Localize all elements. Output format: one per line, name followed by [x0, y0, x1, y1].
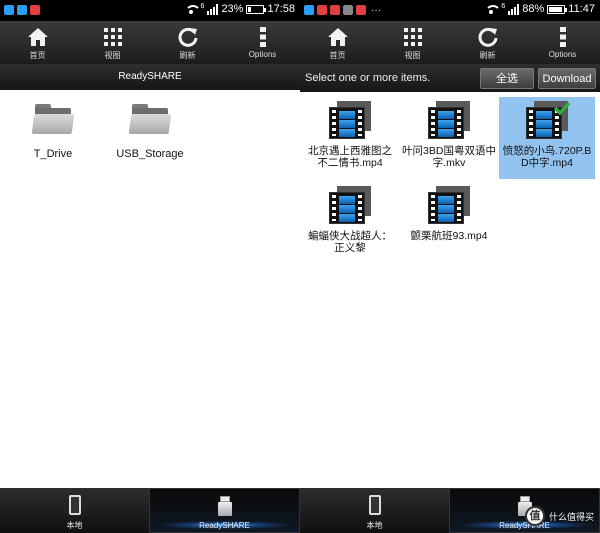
home-label: 首页: [29, 51, 46, 60]
battery-icon: [547, 4, 568, 14]
options-button[interactable]: Options: [525, 21, 600, 64]
right-screen: ··· 6 88% 11:47 首页 视图 刷新 Options Select …: [300, 0, 600, 533]
view-button[interactable]: 视图: [75, 21, 150, 64]
wifi-superscript: 6: [200, 2, 205, 10]
home-icon: [325, 26, 351, 48]
tab-local-label: 本地: [366, 521, 383, 530]
video-file-icon: [524, 101, 570, 141]
video-file-icon: [327, 101, 373, 141]
battery-percent: 88%: [522, 3, 545, 15]
bottom-tab-bar: 本地 ReadySHARE: [0, 488, 300, 533]
wifi-superscript: 6: [501, 2, 506, 10]
video-item[interactable]: 叶问3BD国粤双语中字.mkv: [401, 97, 497, 179]
clock: 11:47: [568, 3, 595, 15]
app-notification-icon: [30, 5, 40, 15]
folder-label: T_Drive: [33, 148, 73, 160]
action-bar: 首页 视图 刷新 Options: [300, 21, 600, 64]
overflow-notifications: ···: [371, 5, 381, 16]
signal-icon: [207, 3, 219, 15]
video-file-icon: [426, 101, 472, 141]
checkmark-icon: [554, 101, 570, 115]
video-label: 愤怒的小鸟.720P.BD中字.mp4: [502, 145, 592, 169]
video-label: 蝙蝠侠大战超人：正义黎: [308, 230, 392, 254]
notification-icons: [4, 5, 40, 15]
view-button[interactable]: 视图: [375, 21, 450, 64]
home-label: 首页: [329, 51, 346, 60]
tab-readyshare-label: ReadySHARE: [199, 521, 250, 530]
app-notification-icon: [343, 5, 353, 15]
grid-icon: [100, 26, 126, 48]
app-notification-icon: [330, 5, 340, 15]
video-item[interactable]: 北京遇上西雅图之不二情书.mp4: [302, 97, 398, 179]
action-bar: 首页 视图 刷新 Options: [0, 21, 300, 64]
home-button[interactable]: 首页: [0, 21, 75, 64]
folder-usb-storage[interactable]: USB_Storage: [105, 102, 195, 161]
watermark: 值 什么值得买: [494, 505, 594, 527]
video-label: 叶问3BD国粤双语中字.mkv: [402, 145, 496, 169]
app-notification-icon: [4, 5, 14, 15]
phone-icon: [68, 493, 81, 517]
status-bar: ··· 6 88% 11:47: [300, 0, 600, 21]
tab-local-label: 本地: [66, 521, 83, 530]
battery-percent: 23%: [221, 3, 244, 15]
phone-icon: [368, 493, 381, 517]
watermark-text: 什么值得买: [548, 511, 594, 522]
selection-message: Select one or more items.: [305, 72, 431, 84]
folder-label: USB_Storage: [116, 148, 184, 160]
app-notification-icon: [304, 5, 314, 15]
home-button[interactable]: 首页: [300, 21, 375, 64]
video-item[interactable]: 蝙蝠侠大战超人：正义黎: [302, 182, 398, 264]
wifi-icon: [484, 4, 502, 15]
video-item-selected[interactable]: 愤怒的小鸟.720P.BD中字.mp4: [499, 97, 595, 179]
app-notification-icon: [317, 5, 327, 15]
tab-local[interactable]: 本地: [300, 488, 449, 533]
video-file-icon: [426, 186, 472, 226]
select-all-button[interactable]: 全选: [480, 68, 534, 89]
left-screen: 6 23% 17:58 首页 视图 刷新 Options ReadySHARE …: [0, 0, 300, 533]
refresh-label: 刷新: [479, 51, 496, 60]
refresh-button[interactable]: 刷新: [150, 21, 225, 64]
status-bar: 6 23% 17:58: [0, 0, 300, 21]
selection-bar: Select one or more items. 全选 Download: [300, 64, 600, 92]
wifi-icon: [184, 4, 201, 15]
app-notification-icon: [17, 5, 27, 15]
video-label: 颤栗航班93.mp4: [410, 230, 488, 242]
more-vertical-icon: [250, 26, 276, 48]
app-notification-icon: [356, 5, 366, 15]
notification-icons: ···: [304, 5, 381, 16]
refresh-icon: [475, 26, 501, 48]
folder-t-drive[interactable]: T_Drive: [8, 102, 98, 161]
download-button[interactable]: Download: [538, 68, 596, 89]
usb-drive-icon: [217, 494, 232, 518]
view-label: 视图: [404, 51, 421, 60]
battery-icon: [246, 4, 267, 14]
video-file-icon: [327, 186, 373, 226]
options-button[interactable]: Options: [225, 21, 300, 64]
tab-readyshare[interactable]: ReadySHARE: [149, 488, 300, 533]
options-label: Options: [248, 50, 277, 59]
video-label: 北京遇上西雅图之不二情书.mp4: [308, 145, 392, 169]
home-icon: [25, 26, 51, 48]
folder-icon: [31, 102, 75, 134]
refresh-label: 刷新: [179, 51, 196, 60]
grid-icon: [400, 26, 426, 48]
tab-local[interactable]: 本地: [0, 488, 149, 533]
view-label: 视图: [104, 51, 121, 60]
clock: 17:58: [267, 3, 295, 15]
refresh-icon: [175, 26, 201, 48]
signal-icon: [508, 3, 520, 15]
page-title: ReadySHARE: [0, 64, 300, 90]
refresh-button[interactable]: 刷新: [450, 21, 525, 64]
folder-icon: [128, 102, 172, 134]
watermark-badge: 值: [524, 506, 545, 526]
options-label: Options: [548, 50, 577, 59]
video-item[interactable]: 颤栗航班93.mp4: [401, 182, 497, 264]
more-vertical-icon: [550, 26, 576, 48]
